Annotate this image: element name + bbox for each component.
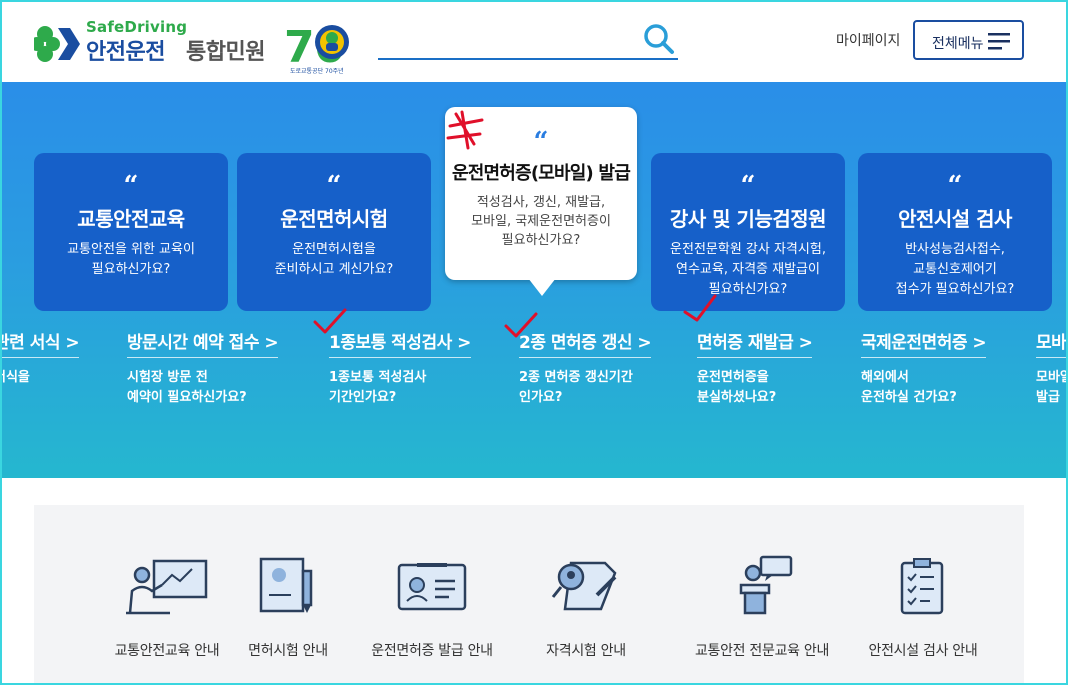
card-pointer-arrow — [528, 278, 556, 296]
document-pen-icon — [259, 557, 313, 613]
service-label: 교통안전 전문교육 안내 — [694, 643, 830, 659]
service-label: 안전시설 검사 안내 — [868, 643, 978, 659]
hero-section: “ 교통안전교육 교통안전을 위한 교육이 필요하신가요? “ 운전면허시험 운… — [0, 82, 1068, 478]
quick-link-title[interactable]: 모바 — [1036, 328, 1067, 358]
card-title: 안전시설 검사 — [898, 207, 1012, 231]
quick-link-description: 운전면허증을 분실하셨나요? — [697, 370, 777, 405]
quick-link-title[interactable]: 2종 면허증 갱신 > — [519, 328, 652, 358]
card-license-test[interactable]: “ 운전면허시험 운전면허시험을 준비하시고 계신가요? — [237, 153, 431, 311]
card-instructor-examiner[interactable]: “ 강사 및 기능검정원 운전전문학원 강사 자격시험, 연수교육, 자격증 재… — [651, 153, 845, 311]
service-license-issuance-guide[interactable]: 운전면허증 발급 안내 — [347, 555, 517, 665]
card-description: 운전전문학원 강사 자격시험, 연수교육, 자격증 재발급이 필요하신가요? — [670, 242, 826, 297]
presentation-board-icon — [126, 559, 208, 615]
site-logo[interactable]: SafeDriving 안전운전 통합민원 70 도로교통공단 70주년 — [34, 18, 364, 75]
logo-korean-text: 안전운전 — [86, 40, 165, 65]
anniversary-caption: 도로교통공단 70주년 — [290, 68, 344, 75]
service-guide-section: 교통안전교육 안내 면허시험 안내 운전면허증 발급 안내 자격시험 안내 교통… — [34, 505, 1024, 685]
red-checkmark-annotation-icon — [504, 312, 538, 338]
quick-link-license-reissue: 면허증 재발급 > 운전면허증을 분실하셨나요? — [697, 328, 887, 408]
quick-link-mobile: 모바 모바일 발급 — [1036, 328, 1068, 408]
service-label: 자격시험 안내 — [546, 643, 626, 659]
id-card-icon — [397, 563, 467, 611]
quote-icon: “ — [123, 171, 139, 201]
full-menu-label: 전체메뉴 — [932, 36, 984, 52]
quote-icon: “ — [326, 171, 342, 201]
quick-link-visit-reservation: 방문시간 예약 접수 > 시험장 방문 전 예약이 필요하신가요? — [127, 328, 317, 408]
full-menu-button[interactable]: 전체메뉴 — [913, 20, 1024, 60]
quick-link-title[interactable]: 관련 서식 > — [0, 328, 80, 358]
card-description: 운전면허시험을 준비하시고 계신가요? — [274, 242, 394, 277]
lecturer-podium-icon — [739, 555, 793, 615]
quick-link-title[interactable]: 방문시간 예약 접수 > — [127, 328, 279, 358]
card-title: 교통안전교육 — [77, 207, 185, 231]
quick-links-carousel: 관련 서식 > 서식을 방문시간 예약 접수 > 시험장 방문 전 예약이 필요… — [0, 328, 1068, 418]
card-title: 운전면허증(모바일) 발급 — [452, 163, 631, 184]
quick-link-description: 모바일 발급 — [1036, 370, 1068, 405]
clover-logo-icon — [34, 26, 80, 62]
search-bar — [378, 20, 678, 60]
quick-link-description: 시험장 방문 전 예약이 필요하신가요? — [127, 370, 247, 405]
card-safety-facility-inspection[interactable]: “ 안전시설 검사 반사성능검사접수, 교통신호제어기 접수가 필요하신가요? — [858, 153, 1052, 311]
search-input[interactable] — [378, 26, 628, 54]
card-title: 강사 및 기능검정원 — [669, 207, 827, 231]
quick-link-description: 해외에서 운전하실 건가요? — [861, 370, 957, 405]
card-description: 적성검사, 갱신, 재발급, 모바일, 국제운전면허증이 필요하신가요? — [471, 195, 611, 248]
card-description: 반사성능검사접수, 교통신호제어기 접수가 필요하신가요? — [895, 242, 1015, 297]
service-professional-education-guide[interactable]: 교통안전 전문교육 안내 — [677, 555, 847, 665]
red-checkmark-annotation-icon — [683, 294, 717, 322]
red-star-annotation-icon — [446, 110, 484, 150]
quick-link-title[interactable]: 국제운전면허증 > — [861, 328, 987, 358]
hamburger-menu-icon — [988, 33, 1010, 50]
service-qualification-exam-guide[interactable]: 자격시험 안내 — [501, 555, 671, 665]
quick-link-title[interactable]: 면허증 재발급 > — [697, 328, 813, 358]
quote-icon: “ — [947, 171, 963, 201]
mypage-link[interactable]: 마이페이지 — [836, 30, 900, 50]
quick-link-license-renewal: 2종 면허증 갱신 > 2종 면허증 갱신기간 인가요? — [519, 328, 709, 408]
quote-icon: “ — [740, 171, 756, 201]
quick-link-international-license: 국제운전면허증 > 해외에서 운전하실 건가요? — [861, 328, 1051, 408]
card-description: 교통안전을 위한 교육이 필요하신가요? — [67, 242, 195, 277]
search-icon[interactable] — [642, 22, 676, 56]
card-traffic-safety-education[interactable]: “ 교통안전교육 교통안전을 위한 교육이 필요하신가요? — [34, 153, 228, 311]
service-facility-inspection-guide[interactable]: 안전시설 검사 안내 — [838, 555, 1008, 665]
service-label: 운전면허증 발급 안내 — [371, 643, 493, 659]
red-checkmark-annotation-icon — [313, 308, 347, 334]
logo-service-title: 통합민원 — [186, 40, 265, 65]
card-title: 운전면허시험 — [280, 207, 388, 231]
checklist-clipboard-icon — [900, 558, 944, 615]
quick-link-description: 2종 면허증 갱신기간 인가요? — [519, 370, 633, 405]
quick-link-description: 1종보통 적성검사 기간인가요? — [329, 370, 427, 405]
site-header: SafeDriving 안전운전 통합민원 70 도로교통공단 70주년 마이페… — [0, 0, 1068, 82]
certificate-search-icon — [551, 561, 617, 611]
quick-link-aptitude-test: 1종보통 적성검사 > 1종보통 적성검사 기간인가요? — [329, 328, 519, 408]
quick-link-title[interactable]: 1종보통 적성검사 > — [329, 328, 471, 358]
